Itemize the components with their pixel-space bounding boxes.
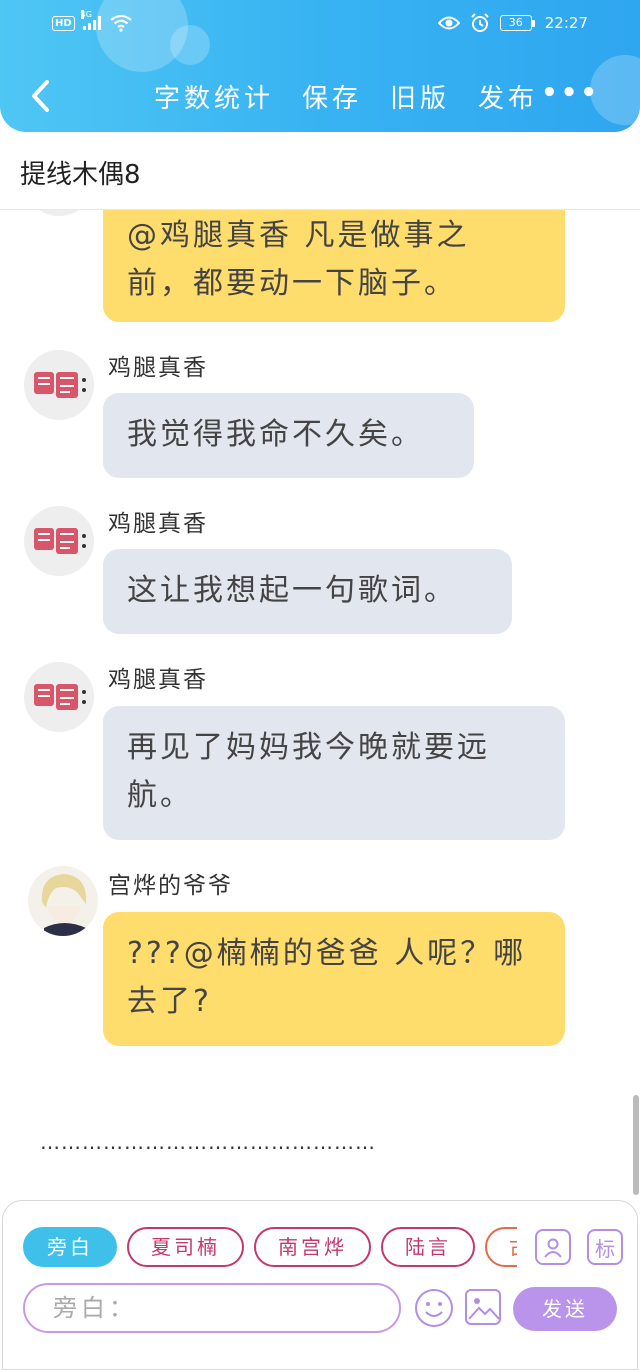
sender-name: 鸡腿真香 <box>108 355 208 381</box>
chiho-avatar-icon <box>34 372 86 398</box>
sender-name: 鸡腿真香 <box>108 511 208 537</box>
battery-icon: 36 <box>499 15 535 31</box>
avatar[interactable] <box>28 866 98 936</box>
sender-name: 宫烨的爷爷 <box>108 873 233 899</box>
anime-avatar-icon <box>41 874 87 936</box>
message-bubble[interactable]: 再见了妈妈我今晚就要远 航。 <box>103 706 565 840</box>
word-count-button[interactable]: 字数统计 <box>154 78 274 115</box>
emoji-button[interactable] <box>415 1289 453 1327</box>
chiho-avatar-icon <box>34 528 86 554</box>
old-version-button[interactable]: 旧版 <box>390 78 450 115</box>
message-bubble[interactable]: ???@楠楠的爸爸 人呢？哪 去了? <box>103 912 565 1046</box>
scrollbar[interactable] <box>633 1095 639 1195</box>
hd-badge: HD <box>52 15 75 31</box>
more-button[interactable]: ••• <box>541 80 600 106</box>
clock: 22:27 <box>544 14 588 32</box>
avatar[interactable] <box>24 662 94 732</box>
avatar[interactable] <box>24 350 94 420</box>
role-chip-narrator[interactable]: 旁白 <box>23 1227 117 1267</box>
avatar[interactable] <box>24 506 94 576</box>
app-header: HD 4G 36 22:27 字数统计 保存 旧版 发布 ••• <box>0 0 640 132</box>
person-icon <box>544 1238 562 1258</box>
message-input[interactable]: 旁白： <box>23 1283 401 1333</box>
message-bubble[interactable]: 我觉得我命不久矣。 <box>103 393 474 478</box>
smiley-icon <box>425 1302 443 1317</box>
avatar[interactable] <box>24 210 94 216</box>
message-bubble[interactable]: @鸡腿真香 凡是做事之 前，都要动一下脑子。 <box>103 210 565 322</box>
send-button[interactable]: 发送 <box>513 1287 617 1331</box>
signal-icon: 4G <box>80 10 101 30</box>
role-selector[interactable]: 旁白夏司楠南宫烨陆言古 <box>23 1227 517 1269</box>
role-chip[interactable]: 夏司楠 <box>127 1227 244 1267</box>
chevron-left-icon <box>32 80 49 112</box>
title-bar: 提线木偶8 <box>0 132 640 210</box>
alarm-icon <box>471 13 489 32</box>
eye-icon <box>437 16 460 30</box>
chat-list[interactable]: @鸡腿真香 凡是做事之 前，都要动一下脑子。 鸡腿真香 我觉得我命不久矣。 鸡腿… <box>0 210 640 1202</box>
status-bar: HD 4G 36 22:27 <box>0 0 640 48</box>
mark-button[interactable]: 标 <box>587 1229 623 1265</box>
message-bubble[interactable]: 这让我想起一句歌词。 <box>103 549 512 634</box>
role-chip[interactable]: 陆言 <box>381 1227 475 1267</box>
compose-panel: 旁白夏司楠南宫烨陆言古 标 旁白： 发送 <box>2 1200 638 1370</box>
image-icon <box>468 1298 499 1320</box>
ellipsis-text: ………………………………………… <box>40 1130 376 1154</box>
chiho-avatar-icon <box>34 684 86 710</box>
publish-button[interactable]: 发布 <box>478 78 538 115</box>
page-title[interactable]: 提线木偶8 <box>20 154 141 191</box>
sender-name: 鸡腿真香 <box>108 667 208 693</box>
save-button[interactable]: 保存 <box>302 78 362 115</box>
nav-bar: 字数统计 保存 旧版 发布 ••• <box>0 62 640 132</box>
wifi-icon <box>109 14 132 32</box>
role-chip[interactable]: 古 <box>485 1227 517 1267</box>
character-button[interactable] <box>535 1229 571 1265</box>
image-button[interactable] <box>465 1289 501 1325</box>
back-button[interactable] <box>20 74 60 118</box>
role-chip[interactable]: 南宫烨 <box>254 1227 371 1267</box>
